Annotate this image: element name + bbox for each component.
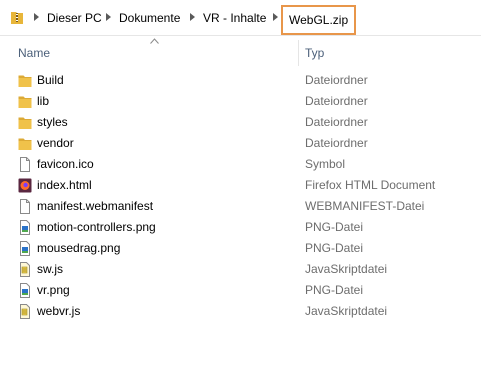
file-name: Build [37, 73, 64, 87]
folder-icon [18, 136, 32, 151]
address-bar[interactable]: Dieser PC Dokumente VR - Inhalte WebGL.z… [0, 0, 481, 36]
file-name: vendor [37, 136, 74, 150]
file-name: webvr.js [37, 304, 81, 318]
file-name: motion-controllers.png [37, 220, 156, 234]
breadcrumb-separator-icon[interactable] [190, 13, 195, 21]
image-icon [18, 241, 32, 256]
file-row[interactable]: favicon.ico Symbol [0, 154, 481, 175]
file-type: JavaSkriptdatei [305, 304, 388, 318]
file-type: Dateiordner [305, 136, 368, 150]
file-name: sw.js [37, 262, 64, 276]
file-name: vr.png [37, 283, 70, 297]
file-row[interactable]: mousedrag.png PNG-Datei [0, 238, 481, 259]
file-type: Dateiordner [305, 94, 368, 108]
breadcrumb-item-dokumente[interactable]: Dokumente [119, 10, 180, 26]
file-row[interactable]: lib Dateiordner [0, 91, 481, 112]
zip-folder-icon [11, 12, 23, 24]
file-name: manifest.webmanifest [37, 199, 154, 213]
file-name: favicon.ico [37, 157, 94, 171]
file-row[interactable]: index.html Firefox HTML Document [0, 175, 481, 196]
file-type: PNG-Datei [305, 220, 364, 234]
folder-icon [18, 73, 32, 88]
breadcrumb-separator-icon[interactable] [273, 13, 278, 21]
file-type: Dateiordner [305, 73, 368, 87]
file-type: JavaSkriptdatei [305, 262, 388, 276]
folder-icon [18, 115, 32, 130]
file-type: PNG-Datei [305, 283, 364, 297]
sort-ascending-icon [150, 38, 159, 44]
file-row[interactable]: motion-controllers.png PNG-Datei [0, 217, 481, 238]
file-row[interactable]: styles Dateiordner [0, 112, 481, 133]
file-type: WEBMANIFEST-Datei [305, 199, 425, 213]
file-icon [18, 157, 32, 172]
firefox-icon [18, 178, 32, 193]
breadcrumb-item-vr-inhalte[interactable]: VR - Inhalte [203, 10, 266, 26]
column-header-name[interactable]: Name [18, 45, 50, 61]
file-name: styles [37, 115, 68, 129]
file-name: lib [37, 94, 50, 108]
file-name: index.html [37, 178, 92, 192]
file-row[interactable]: webvr.js JavaSkriptdatei [0, 301, 481, 322]
breadcrumb-item-webgl-zip[interactable]: WebGL.zip [281, 5, 357, 35]
script-icon [18, 304, 32, 319]
breadcrumb-separator-icon[interactable] [106, 13, 111, 21]
file-type: Firefox HTML Document [305, 178, 436, 192]
file-name: mousedrag.png [37, 241, 121, 255]
file-row[interactable]: vendor Dateiordner [0, 133, 481, 154]
image-icon [18, 283, 32, 298]
file-type: Dateiordner [305, 115, 368, 129]
file-type: Symbol [305, 157, 346, 171]
file-row[interactable]: vr.png PNG-Datei [0, 280, 481, 301]
file-row[interactable]: Build Dateiordner [0, 70, 481, 91]
column-divider[interactable] [298, 40, 299, 66]
file-row[interactable]: manifest.webmanifest WEBMANIFEST-Datei [0, 196, 481, 217]
folder-icon [18, 94, 32, 109]
breadcrumb-separator-icon[interactable] [34, 13, 39, 21]
script-icon [18, 262, 32, 277]
file-type: PNG-Datei [305, 241, 364, 255]
column-header-type[interactable]: Typ [305, 45, 324, 61]
image-icon [18, 220, 32, 235]
file-icon [18, 199, 32, 214]
breadcrumb-item-dieser-pc[interactable]: Dieser PC [47, 10, 102, 26]
file-row[interactable]: sw.js JavaSkriptdatei [0, 259, 481, 280]
